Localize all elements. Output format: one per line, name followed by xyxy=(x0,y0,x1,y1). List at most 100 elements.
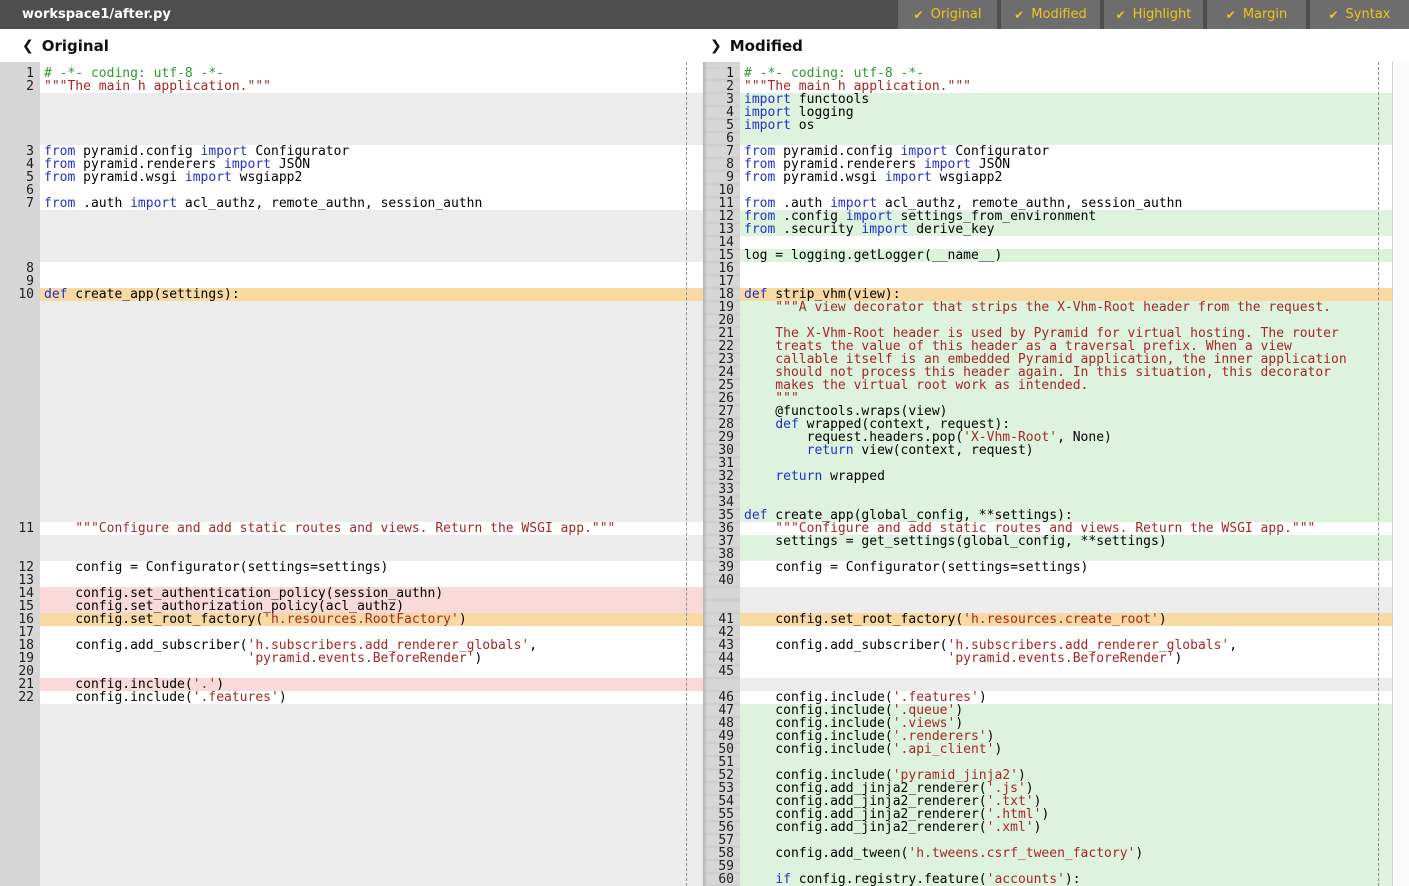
code-line[interactable]: 55 config.add_jinja2_renderer('.html') xyxy=(703,808,1392,821)
code-line[interactable]: 17 xyxy=(0,626,703,639)
code-line[interactable]: 56 config.add_jinja2_renderer('.xml') xyxy=(703,821,1392,834)
code-line[interactable]: 3import functools xyxy=(703,93,1392,106)
code-line[interactable]: 37 settings = get_settings(global_config… xyxy=(703,535,1392,548)
code-line[interactable]: 39 config = Configurator(settings=settin… xyxy=(703,561,1392,574)
code-text xyxy=(740,756,1392,769)
code-line[interactable]: 6 xyxy=(0,184,703,197)
code-line[interactable]: 53 config.add_jinja2_renderer('.js') xyxy=(703,782,1392,795)
code-line[interactable]: 52 config.include('pyramid_jinja2') xyxy=(703,769,1392,782)
code-line[interactable]: 5from pyramid.wsgi import wsgiapp2 xyxy=(0,171,703,184)
code-line[interactable]: 23 callable itself is an embedded Pyrami… xyxy=(703,353,1392,366)
toolbar-toggle-highlight[interactable]: ✔Highlight xyxy=(1104,0,1203,29)
code-line[interactable]: 27 @functools.wraps(view) xyxy=(703,405,1392,418)
token-str: '.js' xyxy=(987,782,1026,795)
code-line[interactable]: 49 config.include('.renderers') xyxy=(703,730,1392,743)
code-line[interactable]: 6 xyxy=(703,132,1392,145)
code-line[interactable]: 22 config.include('.features') xyxy=(0,691,703,704)
code-line[interactable]: 18def strip_vhm(view): xyxy=(703,288,1392,301)
code-line[interactable]: 29 request.headers.pop('X-Vhm-Root', Non… xyxy=(703,431,1392,444)
code-line[interactable]: 2"""The main h application.""" xyxy=(0,80,703,93)
code-line[interactable]: 4from pyramid.renderers import JSON xyxy=(0,158,703,171)
code-line[interactable]: 47 config.include('.queue') xyxy=(703,704,1392,717)
code-line[interactable]: 28 def wrapped(context, request): xyxy=(703,418,1392,431)
toolbar-toggle-original[interactable]: ✔Original xyxy=(898,0,997,29)
code-line[interactable]: 7from pyramid.config import Configurator xyxy=(703,145,1392,158)
code-line[interactable]: 38 xyxy=(703,548,1392,561)
code-line[interactable]: 3from pyramid.config import Configurator xyxy=(0,145,703,158)
code-line[interactable]: 19 'pyramid.events.BeforeRender') xyxy=(0,652,703,665)
code-line[interactable]: 5import os xyxy=(703,119,1392,132)
code-line[interactable]: 11 """Configure and add static routes an… xyxy=(0,522,703,535)
code-line[interactable]: 9from pyramid.wsgi import wsgiapp2 xyxy=(703,171,1392,184)
code-line[interactable]: 25 makes the virtual root work as intend… xyxy=(703,379,1392,392)
check-icon: ✔ xyxy=(1226,8,1236,22)
line-number xyxy=(0,509,40,522)
code-line[interactable]: 11from .auth import acl_authz, remote_au… xyxy=(703,197,1392,210)
code-text: The X-Vhm-Root header is used by Pyramid… xyxy=(740,327,1392,340)
code-line[interactable]: 20 xyxy=(703,314,1392,327)
code-line[interactable]: 50 config.include('.api_client') xyxy=(703,743,1392,756)
code-line[interactable]: 57 xyxy=(703,834,1392,847)
code-line[interactable]: 40 xyxy=(703,574,1392,587)
code-line[interactable]: 17 xyxy=(703,275,1392,288)
code-line[interactable]: 21 config.include('.') xyxy=(0,678,703,691)
code-line[interactable]: 24 should not process this header again.… xyxy=(703,366,1392,379)
line-number xyxy=(0,743,40,756)
code-line[interactable]: 12 config = Configurator(settings=settin… xyxy=(0,561,703,574)
code-line[interactable]: 16 xyxy=(703,262,1392,275)
code-line[interactable]: 19 """A view decorator that strips the X… xyxy=(703,301,1392,314)
code-line[interactable]: 59 xyxy=(703,860,1392,873)
token-txt: acl_authz, remote_authn, session_authn xyxy=(177,197,482,210)
toolbar-toggle-modified[interactable]: ✔Modified xyxy=(1001,0,1100,29)
code-line[interactable]: 13from .security import derive_key xyxy=(703,223,1392,236)
code-line[interactable]: 54 config.add_jinja2_renderer('.txt') xyxy=(703,795,1392,808)
code-line[interactable]: 13 xyxy=(0,574,703,587)
code-line[interactable]: 16 config.set_root_factory('h.resources.… xyxy=(0,613,703,626)
code-line[interactable]: 33 xyxy=(703,483,1392,496)
code-line[interactable]: 1# -*- coding: utf-8 -*- xyxy=(703,67,1392,80)
code-line[interactable]: 15log = logging.getLogger(__name__) xyxy=(703,249,1392,262)
code-line[interactable]: 9 xyxy=(0,275,703,288)
code-line[interactable]: 48 config.include('.views') xyxy=(703,717,1392,730)
code-line[interactable]: 22 treats the value of this header as a … xyxy=(703,340,1392,353)
code-line[interactable]: 2"""The main h application.""" xyxy=(703,80,1392,93)
token-txt: ) xyxy=(987,730,995,743)
code-line[interactable]: 42 xyxy=(703,626,1392,639)
code-line[interactable]: 32 return wrapped xyxy=(703,470,1392,483)
code-line[interactable]: 18 config.add_subscriber('h.subscribers.… xyxy=(0,639,703,652)
code-line[interactable]: 51 xyxy=(703,756,1392,769)
code-line[interactable]: 8 xyxy=(0,262,703,275)
code-line[interactable]: 34 xyxy=(703,496,1392,509)
code-line[interactable]: 8from pyramid.renderers import JSON xyxy=(703,158,1392,171)
code-line[interactable]: 58 config.add_tween('h.tweens.csrf_tween… xyxy=(703,847,1392,860)
code-line[interactable]: 44 'pyramid.events.BeforeRender') xyxy=(703,652,1392,665)
code-line[interactable]: 46 config.include('.features') xyxy=(703,691,1392,704)
code-line[interactable]: 41 config.set_root_factory('h.resources.… xyxy=(703,613,1392,626)
code-line[interactable]: 4import logging xyxy=(703,106,1392,119)
code-line[interactable]: 60 if config.registry.feature('accounts'… xyxy=(703,873,1392,886)
code-line[interactable]: 20 xyxy=(0,665,703,678)
code-line[interactable]: 14 xyxy=(703,236,1392,249)
editor-pane-original[interactable]: 1# -*- coding: utf-8 -*-2"""The main h a… xyxy=(0,62,703,886)
toolbar-toggle-margin[interactable]: ✔Margin xyxy=(1207,0,1306,29)
code-line[interactable]: 21 The X-Vhm-Root header is used by Pyra… xyxy=(703,327,1392,340)
code-line[interactable]: 7from .auth import acl_authz, remote_aut… xyxy=(0,197,703,210)
code-line[interactable]: 45 xyxy=(703,665,1392,678)
code-line[interactable]: 14 config.set_authentication_policy(sess… xyxy=(0,587,703,600)
code-line[interactable]: 26 """ xyxy=(703,392,1392,405)
code-line[interactable]: 1# -*- coding: utf-8 -*- xyxy=(0,67,703,80)
code-line[interactable]: 31 xyxy=(703,457,1392,470)
code-line[interactable]: 36 """Configure and add static routes an… xyxy=(703,522,1392,535)
toolbar-toggle-syntax[interactable]: ✔Syntax xyxy=(1310,0,1409,29)
code-line[interactable]: 10 xyxy=(703,184,1392,197)
code-line[interactable]: 12from .config import settings_from_envi… xyxy=(703,210,1392,223)
editor-pane-modified[interactable]: 1# -*- coding: utf-8 -*-2"""The main h a… xyxy=(703,62,1392,886)
scrollbar-track[interactable] xyxy=(1392,62,1409,886)
code-line[interactable]: 15 config.set_authorization_policy(acl_a… xyxy=(0,600,703,613)
code-line[interactable]: 30 return view(context, request) xyxy=(703,444,1392,457)
code-line[interactable]: 35def create_app(global_config, **settin… xyxy=(703,509,1392,522)
code-line[interactable]: 43 config.add_subscriber('h.subscribers.… xyxy=(703,639,1392,652)
code-line[interactable]: 10def create_app(settings): xyxy=(0,288,703,301)
token-txt: config.set_root_factory( xyxy=(744,613,963,626)
line-number: 6 xyxy=(0,184,40,197)
